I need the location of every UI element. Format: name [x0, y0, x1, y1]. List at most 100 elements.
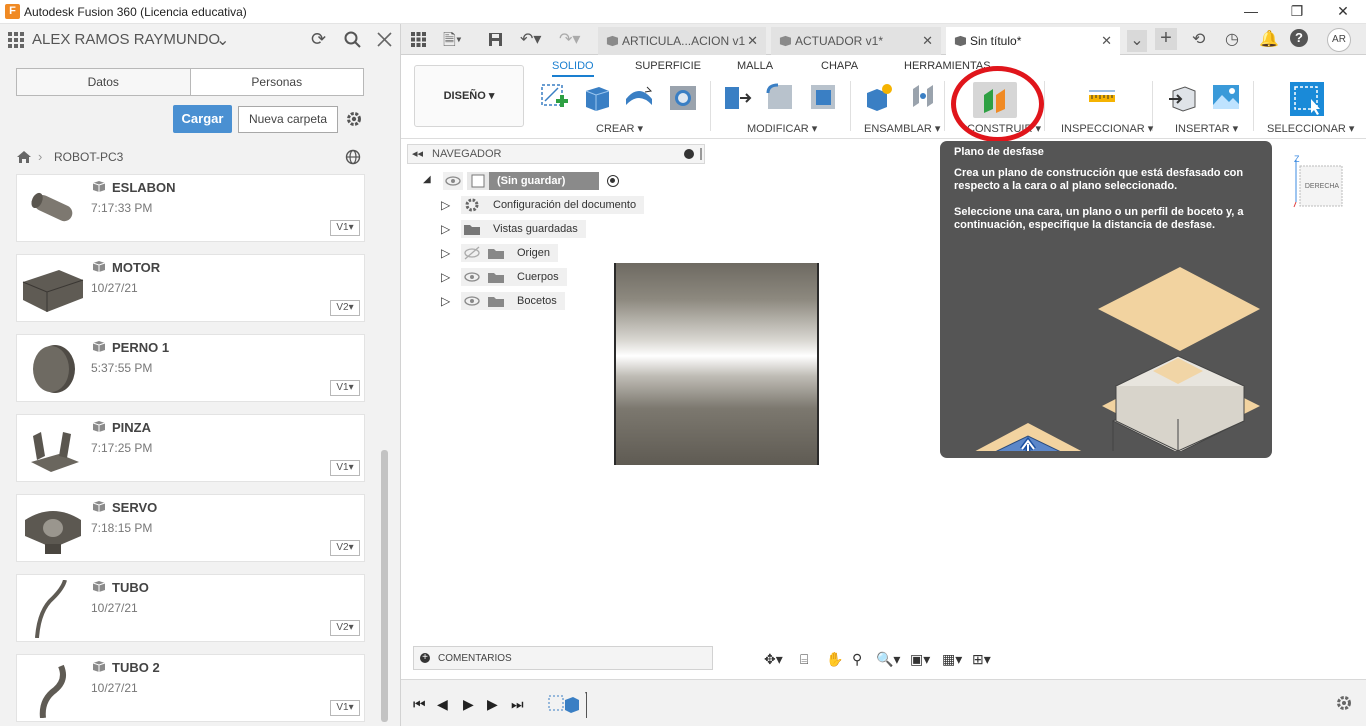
expand-triangle-icon[interactable]: ▷: [441, 270, 450, 284]
refresh-icon[interactable]: ⟳: [311, 29, 326, 50]
search-icon[interactable]: [344, 31, 361, 48]
fit-icon[interactable]: 🔍▾: [876, 651, 900, 668]
timeline-settings-gear-icon[interactable]: [1335, 694, 1353, 712]
minimize-button[interactable]: —: [1228, 0, 1274, 24]
collapse-browser-icon[interactable]: ◂◂: [412, 147, 423, 160]
press-pull-icon[interactable]: [722, 81, 754, 113]
file-card-servo[interactable]: SERVO 7:18:15 PM V2▾: [16, 494, 365, 562]
orbit-icon[interactable]: ✥▾: [764, 651, 783, 668]
browser-pin-icon[interactable]: [700, 148, 702, 160]
expand-triangle-icon[interactable]: ▷: [441, 294, 450, 308]
fillet-icon[interactable]: [764, 81, 796, 113]
close-tab-icon[interactable]: ✕: [1101, 27, 1112, 55]
eye-icon[interactable]: [461, 292, 485, 310]
home-icon[interactable]: [16, 150, 32, 164]
job-status-icon[interactable]: ⟲: [1192, 29, 1205, 49]
version-dropdown[interactable]: V1▾: [330, 700, 360, 716]
browser-item-configuracion[interactable]: ▷ Configuración del documento: [441, 196, 661, 214]
grid-settings-icon[interactable]: ▦▾: [942, 651, 962, 668]
upload-button[interactable]: Cargar: [173, 105, 232, 133]
go-to-end-icon[interactable]: ⏭: [511, 696, 524, 713]
activate-radio-icon[interactable]: [607, 175, 619, 187]
insert-canvas-icon[interactable]: [1210, 81, 1242, 113]
eye-icon[interactable]: [443, 172, 463, 190]
expand-triangle-icon[interactable]: ▷: [441, 222, 450, 236]
expand-triangle-icon[interactable]: ▷: [441, 246, 450, 260]
globe-icon[interactable]: [345, 149, 361, 165]
file-card-tubo-2[interactable]: TUBO 2 10/27/21 V1▾: [16, 654, 365, 722]
extrude-icon[interactable]: [581, 81, 613, 113]
tab-personas[interactable]: Personas: [191, 69, 364, 95]
display-settings-icon[interactable]: ▣▾: [910, 651, 930, 668]
tab-sin-titulo[interactable]: Sin título* ✕: [946, 27, 1120, 56]
add-comment-icon[interactable]: +: [420, 653, 430, 663]
version-dropdown[interactable]: V2▾: [330, 540, 360, 556]
tab-actuador[interactable]: ACTUADOR v1* ✕: [771, 27, 941, 55]
version-dropdown[interactable]: V2▾: [330, 300, 360, 316]
joint-icon[interactable]: [907, 81, 939, 113]
expand-triangle-icon[interactable]: ▷: [441, 198, 450, 212]
tab-solido[interactable]: SOLIDO: [552, 60, 594, 77]
tab-superficie[interactable]: SUPERFICIE: [635, 60, 701, 72]
pan-icon[interactable]: ✋: [826, 651, 843, 668]
file-card-perno-1[interactable]: PERNO 1 5:37:55 PM V1▾: [16, 334, 365, 402]
tab-malla[interactable]: MALLA: [737, 60, 773, 72]
undo-icon[interactable]: ↶▾: [520, 29, 541, 49]
insert-derive-icon[interactable]: [1167, 81, 1199, 113]
file-card-eslabon[interactable]: ESLABON 7:17:33 PM V1▾: [16, 174, 365, 242]
expand-triangle-icon[interactable]: ◢: [423, 174, 431, 185]
chevron-down-icon[interactable]: ⌄: [216, 30, 229, 50]
version-dropdown[interactable]: V1▾: [330, 460, 360, 476]
group-ensamblar[interactable]: ENSAMBLAR ▾: [864, 122, 940, 135]
browser-item-vistas[interactable]: ▷ Vistas guardadas: [441, 220, 661, 238]
eye-icon[interactable]: [461, 268, 485, 286]
tab-datos[interactable]: Datos: [17, 69, 191, 95]
measure-icon[interactable]: [1086, 81, 1118, 113]
new-folder-button[interactable]: Nueva carpeta: [238, 106, 338, 133]
browser-item-origen[interactable]: ▷ Origen: [441, 244, 661, 262]
group-crear[interactable]: CREAR ▾: [596, 122, 643, 135]
cylinder-body[interactable]: [614, 263, 819, 465]
file-card-pinza[interactable]: PINZA 7:17:25 PM V1▾: [16, 414, 365, 482]
viewports-icon[interactable]: ⊞▾: [972, 651, 991, 668]
version-dropdown[interactable]: V1▾: [330, 220, 360, 236]
save-icon[interactable]: [488, 32, 503, 47]
version-dropdown[interactable]: V1▾: [330, 380, 360, 396]
avatar[interactable]: AR: [1327, 28, 1351, 52]
group-modificar[interactable]: MODIFICAR ▾: [747, 122, 817, 135]
maximize-button[interactable]: ❐: [1274, 0, 1320, 24]
user-name[interactable]: ALEX RAMOS RAYMUNDO: [32, 31, 220, 48]
minimize-browser-icon[interactable]: [684, 149, 694, 159]
close-tab-icon[interactable]: ✕: [747, 27, 758, 55]
file-menu-icon[interactable]: 🗎▾: [443, 29, 462, 56]
viewcube[interactable]: Z DERECHA: [1292, 152, 1344, 208]
group-inspeccionar[interactable]: INSPECCIONAR ▾: [1061, 122, 1153, 135]
timeline-feature-icon[interactable]: [547, 692, 587, 718]
help-icon[interactable]: ?: [1290, 29, 1308, 47]
gear-icon[interactable]: [345, 110, 363, 128]
tab-overflow-chevron-icon[interactable]: ⌄: [1127, 30, 1147, 52]
play-icon[interactable]: ▶: [463, 696, 474, 713]
browser-root[interactable]: ◢ (Sin guardar): [423, 172, 619, 190]
apps-grid-icon[interactable]: [8, 32, 26, 48]
step-forward-icon[interactable]: ▶: [487, 696, 498, 713]
group-insertar[interactable]: INSERTAR ▾: [1175, 122, 1238, 135]
bell-icon[interactable]: 🔔: [1259, 29, 1279, 49]
close-window-button[interactable]: ✕: [1320, 0, 1366, 24]
tab-chapa[interactable]: CHAPA: [821, 60, 858, 72]
shell-icon[interactable]: [807, 81, 839, 113]
step-back-icon[interactable]: ◀: [437, 696, 448, 713]
create-sketch-icon[interactable]: [538, 81, 570, 113]
close-tab-icon[interactable]: ✕: [922, 27, 933, 55]
hole-icon[interactable]: [667, 81, 699, 113]
look-at-icon[interactable]: ⌸: [800, 651, 808, 668]
new-component-icon[interactable]: [863, 81, 895, 113]
file-card-tubo[interactable]: TUBO 10/27/21 V2▾: [16, 574, 365, 642]
workspace-dropdown[interactable]: DISEÑO ▾: [414, 65, 524, 127]
apps-grid-icon[interactable]: [411, 32, 426, 47]
revolve-icon[interactable]: [623, 81, 655, 113]
version-dropdown[interactable]: V2▾: [330, 620, 360, 636]
file-card-motor[interactable]: MOTOR 10/27/21 V2▾: [16, 254, 365, 322]
redo-icon[interactable]: ↷▾: [559, 29, 580, 49]
zoom-icon[interactable]: ⚲: [852, 651, 862, 668]
